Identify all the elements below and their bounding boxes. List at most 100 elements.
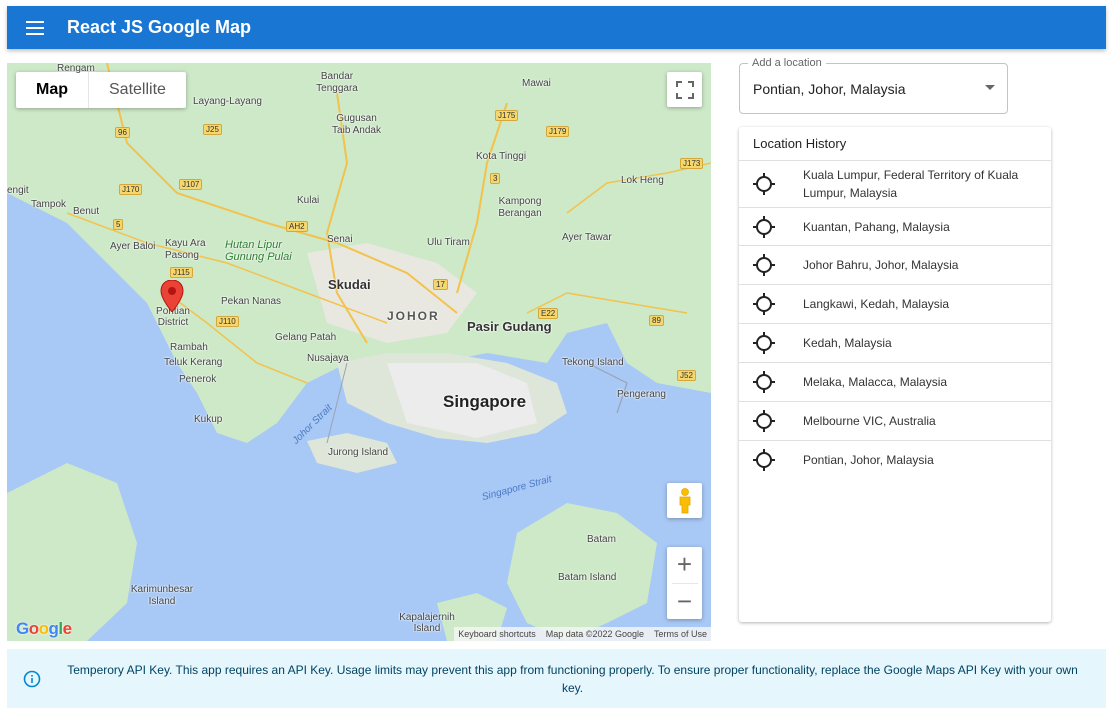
history-item[interactable]: Kuala Lumpur, Federal Territory of Kuala… bbox=[739, 161, 1051, 208]
map-label-town: Kota Tinggi bbox=[476, 151, 527, 162]
app-bar: React JS Google Map bbox=[7, 6, 1106, 49]
map-label-town: Rambah bbox=[170, 342, 208, 353]
crosshair-icon bbox=[739, 293, 789, 315]
map-label-town: engit bbox=[7, 185, 29, 196]
map-label-town: Rengam bbox=[57, 63, 95, 74]
map-label-town: Benut bbox=[73, 206, 100, 217]
history-item[interactable]: Melbourne VIC, Australia bbox=[739, 402, 1051, 441]
map-label-big-city: Singapore bbox=[443, 392, 527, 411]
map-label-town: Jurong Island bbox=[328, 447, 389, 458]
map-label-town: Mawai bbox=[522, 78, 551, 89]
map-label-town: Senai bbox=[327, 234, 353, 245]
api-key-alert-text: Temperory API Key. This app requires an … bbox=[67, 662, 1078, 695]
road-shield: 89 bbox=[649, 315, 664, 326]
map-label-town: Layang-Layang bbox=[193, 96, 262, 107]
road-shield: J179 bbox=[546, 126, 570, 137]
history-item-label: Langkawi, Kedah, Malaysia bbox=[803, 297, 950, 311]
map-label-town: Pekan Nanas bbox=[221, 296, 282, 307]
history-item[interactable]: Kedah, Malaysia bbox=[739, 324, 1051, 363]
crosshair-icon bbox=[739, 371, 789, 393]
zoom-out-button[interactable]: − bbox=[667, 583, 702, 619]
menu-icon bbox=[26, 20, 44, 35]
road-shield: 5 bbox=[113, 219, 124, 230]
pegman-icon bbox=[679, 487, 690, 513]
map-label-town: Batam Island bbox=[558, 572, 617, 583]
map-attribution: Keyboard shortcuts Map data ©2022 Google… bbox=[454, 627, 711, 641]
road-shield: AH2 bbox=[286, 221, 308, 232]
crosshair-icon bbox=[739, 254, 789, 276]
info-icon bbox=[7, 670, 57, 688]
map-label-town: Kulai bbox=[297, 195, 320, 206]
map-label-town: Kayu Ara Pasong bbox=[165, 238, 206, 261]
map-type-map-button[interactable]: Map bbox=[16, 72, 89, 108]
history-item-label: Pontian, Johor, Malaysia bbox=[803, 452, 934, 467]
location-select[interactable]: Add a location Pontian, Johor, Malaysia bbox=[739, 57, 1008, 114]
history-item[interactable]: Kuantan, Pahang, Malaysia bbox=[739, 208, 1051, 246]
map-pin-icon bbox=[160, 279, 184, 313]
crosshair-icon bbox=[739, 215, 789, 238]
map-label-city: Pasir Gudang bbox=[467, 319, 552, 334]
google-map[interactable]: Map Satellite Rengam Bandar Tenggara Gug… bbox=[7, 63, 711, 641]
road-shield: 17 bbox=[433, 279, 448, 290]
road-shield: J110 bbox=[216, 316, 239, 327]
road-shield: J52 bbox=[677, 370, 696, 381]
terms-of-use-link[interactable]: Terms of Use bbox=[654, 629, 707, 639]
location-history-title: Location History bbox=[739, 127, 1051, 161]
app-title: React JS Google Map bbox=[67, 17, 252, 37]
map-label-town: Kukup bbox=[194, 414, 223, 425]
map-label-city: Skudai bbox=[328, 277, 371, 292]
history-item[interactable]: Pontian, Johor, Malaysia bbox=[739, 441, 1051, 478]
map-label-town: Ayer Baloi bbox=[110, 241, 156, 252]
zoom-control: + − bbox=[667, 547, 702, 619]
road-shield: 96 bbox=[115, 127, 130, 138]
road-shield: J170 bbox=[119, 184, 143, 195]
location-select-label: Add a location bbox=[748, 57, 826, 69]
map-label-town: Pengerang bbox=[617, 389, 666, 400]
map-canvas[interactable] bbox=[7, 63, 711, 641]
map-label-town: Penerok bbox=[179, 374, 217, 385]
location-select-value: Pontian, Johor, Malaysia bbox=[753, 81, 906, 97]
road-shield: J25 bbox=[203, 124, 222, 135]
map-label-town: Ayer Tawar bbox=[562, 232, 612, 243]
street-view-pegman-button[interactable] bbox=[667, 483, 702, 518]
road-shield: J175 bbox=[495, 110, 519, 121]
map-data-text: Map data ©2022 Google bbox=[545, 629, 644, 639]
crosshair-icon bbox=[739, 448, 789, 471]
fullscreen-button[interactable] bbox=[667, 72, 702, 107]
map-label-town: Ulu Tiram bbox=[427, 237, 470, 248]
keyboard-shortcuts-link[interactable]: Keyboard shortcuts bbox=[458, 629, 536, 639]
map-label-town: Tekong Island bbox=[562, 357, 624, 368]
api-key-alert: Temperory API Key. This app requires an … bbox=[7, 649, 1106, 708]
fullscreen-icon bbox=[675, 80, 694, 99]
road-shield: J107 bbox=[179, 179, 203, 190]
road-shield: 3 bbox=[490, 173, 501, 184]
map-label-town: Gugusan Taib Andak bbox=[332, 113, 381, 136]
map-label-town: Batam bbox=[587, 534, 616, 545]
history-item-label: Kuala Lumpur, Federal Territory of Kuala… bbox=[803, 168, 1019, 200]
google-logo[interactable]: Google bbox=[16, 619, 72, 639]
history-item[interactable]: Melaka, Malacca, Malaysia bbox=[739, 363, 1051, 402]
map-type-control: Map Satellite bbox=[16, 72, 186, 108]
history-item-label: Johor Bahru, Johor, Malaysia bbox=[803, 258, 959, 272]
map-label-town: Karimunbesar Island bbox=[130, 584, 194, 607]
zoom-in-button[interactable]: + bbox=[667, 547, 702, 583]
crosshair-icon bbox=[739, 410, 789, 432]
map-label-town: Nusajaya bbox=[307, 353, 349, 364]
menu-button[interactable] bbox=[7, 6, 63, 49]
location-history-panel: Location History Kuala Lumpur, Federal T… bbox=[739, 127, 1051, 622]
map-type-satellite-button[interactable]: Satellite bbox=[89, 72, 186, 108]
road-shield: E22 bbox=[538, 308, 559, 319]
history-item[interactable]: Langkawi, Kedah, Malaysia bbox=[739, 285, 1051, 324]
history-item-label: Melbourne VIC, Australia bbox=[803, 414, 936, 428]
map-label-region: JOHOR bbox=[387, 309, 440, 323]
history-item-label: Kedah, Malaysia bbox=[803, 336, 892, 350]
history-item[interactable]: Johor Bahru, Johor, Malaysia bbox=[739, 246, 1051, 285]
location-marker[interactable] bbox=[160, 279, 184, 317]
map-label-town: Kampong Berangan bbox=[498, 196, 542, 219]
history-item-label: Melaka, Malacca, Malaysia bbox=[803, 375, 948, 389]
map-label-town: Kapalajernih Island bbox=[399, 612, 455, 634]
history-item-label: Kuantan, Pahang, Malaysia bbox=[803, 219, 950, 234]
crosshair-icon bbox=[739, 332, 789, 354]
dropdown-arrow-icon bbox=[985, 85, 995, 90]
crosshair-icon bbox=[739, 173, 789, 195]
